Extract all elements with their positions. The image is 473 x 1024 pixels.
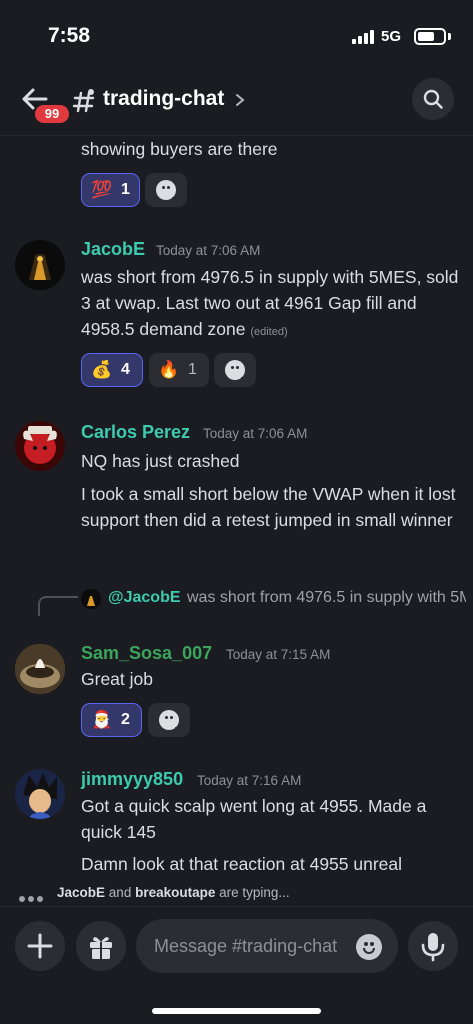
message-text: was short from 4976.5 in supply with 5ME… [81, 264, 466, 345]
voice-message-button[interactable] [408, 921, 458, 971]
typing-user: breakoutape [135, 885, 216, 900]
reaction-count: 1 [188, 361, 197, 378]
username-carlos-perez[interactable]: Carlos Perez [81, 422, 190, 443]
home-indicator[interactable] [152, 1008, 321, 1014]
typing-and: and [108, 885, 132, 900]
avatar-image [15, 240, 65, 290]
microphone-icon [421, 933, 445, 962]
avatar-image [81, 589, 101, 609]
emoji-picker-button[interactable] [356, 934, 382, 960]
message-text: I took a small short below the VWAP when… [81, 484, 456, 530]
search-button[interactable] [412, 78, 454, 120]
avatar-carlos-perez[interactable] [15, 421, 65, 471]
timestamp: Today at 7:06 AM [156, 243, 261, 258]
avatar-jacobe[interactable] [15, 240, 65, 290]
reply-author[interactable]: @JacobE [108, 589, 181, 607]
timestamp: Today at 7:16 AM [197, 773, 302, 788]
smiley-icon [363, 948, 375, 954]
typing-text: JacobE and breakoutape are typing... [57, 885, 290, 900]
fire-icon: 🔥 [158, 360, 180, 379]
add-attachment-button[interactable] [15, 921, 65, 971]
moneybag-icon: 💰 [91, 360, 113, 379]
reaction-moneybag[interactable]: 💰 4 [81, 353, 143, 387]
network-label: 5G [381, 28, 402, 45]
reaction-count: 1 [121, 181, 130, 198]
avatar-image [15, 421, 65, 471]
santa-icon: 🎅 [91, 710, 113, 729]
avatar-jimmyyy850[interactable] [15, 769, 65, 819]
hash-icon [72, 89, 95, 113]
typing-dots-icon [19, 889, 46, 907]
battery-icon [414, 28, 446, 45]
reaction-hundred[interactable]: 💯 1 [81, 173, 140, 207]
plus-icon [27, 933, 53, 959]
add-reaction-button[interactable] [145, 173, 187, 207]
chevron-right-icon [236, 94, 245, 106]
reply-connector [38, 596, 78, 616]
avatar-image [15, 769, 65, 819]
reaction-count: 4 [121, 361, 130, 378]
search-icon [423, 89, 443, 109]
smiley-icon [159, 710, 185, 732]
message-text: showing buyers are there [81, 139, 278, 159]
smiley-icon [156, 180, 182, 202]
reaction-fire[interactable]: 🔥 1 [149, 353, 209, 387]
avatar-sam-sosa[interactable] [15, 644, 65, 694]
unread-badge: 99 [33, 103, 71, 125]
reaction-count: 2 [121, 711, 130, 728]
typing-suffix: are typing... [219, 885, 290, 900]
channel-title[interactable]: trading-chat [103, 87, 224, 111]
message-list[interactable]: showing buyers are there 💯 1 JacobE Toda… [0, 136, 473, 878]
typing-indicator: JacobE and breakoutape are typing... [0, 878, 473, 906]
status-bar: 7:58 5G [0, 0, 473, 70]
message-text: NQ has just crashed [81, 451, 240, 471]
gift-button[interactable] [76, 921, 126, 971]
typing-user: JacobE [57, 885, 106, 900]
username-sam-sosa[interactable]: Sam_Sosa_007 [81, 643, 212, 664]
status-time: 7:58 [48, 24, 91, 47]
add-reaction-button[interactable] [148, 703, 190, 737]
hundred-icon: 💯 [91, 180, 113, 199]
edited-label: (edited) [250, 326, 288, 338]
channel-header: trading-chat [0, 70, 473, 136]
avatar-image [15, 644, 65, 694]
smiley-icon [225, 360, 251, 382]
reaction-santa[interactable]: 🎅 2 [81, 703, 142, 737]
username-jimmyyy850[interactable]: jimmyyy850 [81, 769, 183, 790]
battery-tip [448, 33, 451, 40]
timestamp: Today at 7:15 AM [226, 647, 331, 662]
message-text: Got a quick scalp went long at 4955. Mad… [81, 796, 427, 842]
add-reaction-button[interactable] [214, 353, 256, 387]
username-jacobe[interactable]: JacobE [81, 239, 145, 260]
signal-icon [352, 30, 378, 44]
timestamp: Today at 7:06 AM [203, 426, 308, 441]
message-text: Damn look at that reaction at 4955 unrea… [81, 854, 403, 874]
reply-avatar [81, 589, 101, 609]
message-composer [0, 906, 473, 1024]
message-text: Great job [81, 669, 153, 689]
gift-icon [90, 937, 112, 959]
